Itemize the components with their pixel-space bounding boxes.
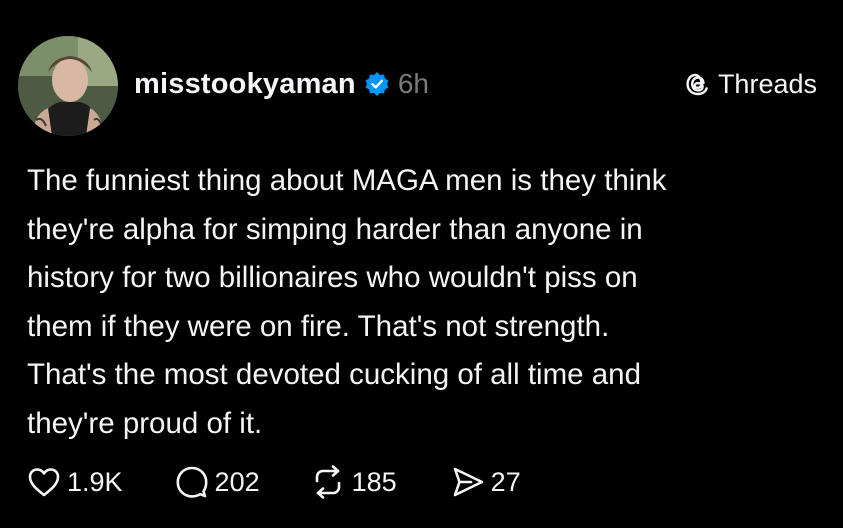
post-header: misstookyaman 6h <box>134 62 429 106</box>
repost-icon <box>315 465 340 499</box>
share-button[interactable]: 27 <box>451 465 521 499</box>
repost-button[interactable]: 185 <box>310 465 397 499</box>
post-text: The funniest thing about MAGA men is the… <box>27 164 667 440</box>
verified-badge-icon <box>364 71 390 97</box>
comment-icon <box>176 466 208 498</box>
threads-label: Threads <box>717 68 817 99</box>
share-count: 27 <box>490 466 521 497</box>
share-icon <box>453 467 483 497</box>
avatar[interactable] <box>18 36 118 136</box>
threads-post: misstookyaman 6h Threads The funniest th… <box>0 0 843 528</box>
reply-count: 202 <box>214 466 260 497</box>
reply-button[interactable]: 202 <box>175 465 260 499</box>
threads-logo-icon <box>684 70 712 98</box>
heart-icon <box>28 468 60 497</box>
like-count: 1.9K <box>67 466 123 497</box>
threads-brand[interactable]: Threads <box>684 64 817 104</box>
post-actions: 1.9K 202 185 27 <box>27 460 521 504</box>
post-time: 6h <box>397 68 429 99</box>
avatar-photo <box>18 36 118 136</box>
repost-count: 185 <box>351 466 397 497</box>
username[interactable]: misstookyaman <box>134 68 356 101</box>
like-button[interactable]: 1.9K <box>27 466 123 498</box>
